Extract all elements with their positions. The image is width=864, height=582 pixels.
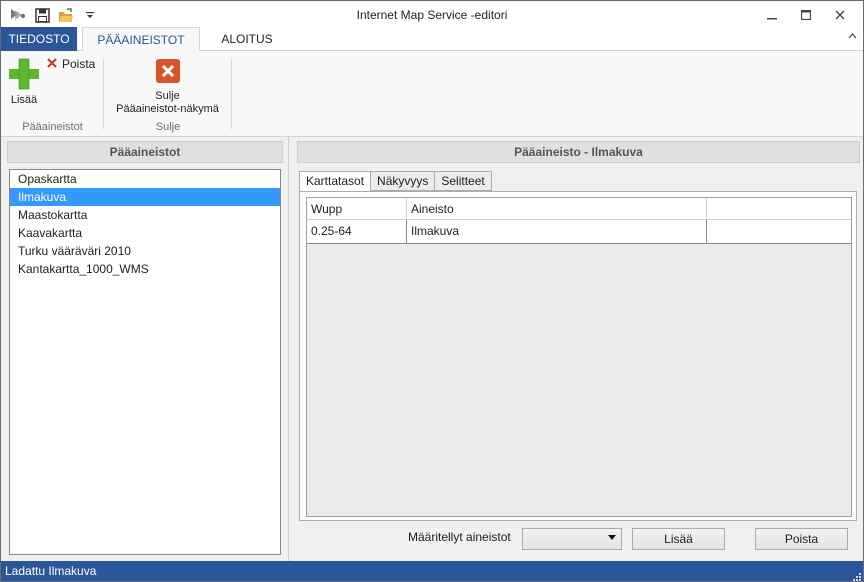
add-button[interactable]: Lisää xyxy=(7,57,41,107)
group-separator xyxy=(231,59,232,129)
plus-icon xyxy=(7,57,41,94)
column-header-wupp[interactable]: Wupp xyxy=(307,198,407,220)
remove-dataset-button[interactable]: Poista xyxy=(755,528,848,550)
main-area: Pääaineistot Opaskartta Ilmakuva Maastok… xyxy=(1,137,863,561)
column-header-aineisto[interactable]: Aineisto xyxy=(407,198,707,220)
minimize-button[interactable] xyxy=(757,5,787,25)
tab-tiedosto[interactable]: TIEDOSTO xyxy=(1,27,77,51)
add-button-label: Lisää xyxy=(10,94,38,106)
group-label-paaaineistot: Pääaineistot xyxy=(22,121,83,133)
remove-button[interactable]: Poista xyxy=(47,57,95,71)
tab-karttatasot[interactable]: Karttatasot xyxy=(299,171,372,192)
status-bar: Ladattu Ilmakuva xyxy=(1,561,863,581)
tab-page-karttatasot: Wupp Aineisto 0.25-64 Ilmakuva xyxy=(299,191,857,521)
cell-wupp[interactable]: 0.25-64 xyxy=(307,220,407,243)
add-dataset-button[interactable]: Lisää xyxy=(632,528,725,550)
table-row[interactable]: 0.25-64 Ilmakuva xyxy=(307,220,851,244)
layers-grid[interactable]: Wupp Aineisto 0.25-64 Ilmakuva xyxy=(306,197,852,517)
title-bar: Internet Map Service -editori xyxy=(1,1,863,29)
collapse-ribbon-icon[interactable] xyxy=(848,31,857,42)
ribbon-group-sulje: Sulje Pääaineistot-näkymä Sulje xyxy=(104,51,232,137)
group-label-sulje: Sulje xyxy=(155,121,181,133)
delete-x-icon xyxy=(47,57,57,71)
close-button[interactable] xyxy=(825,5,855,25)
close-view-label-line2: Pääaineistot-näkymä xyxy=(116,103,219,115)
list-item[interactable]: Ilmakuva xyxy=(10,188,280,206)
panel-splitter[interactable] xyxy=(288,137,289,561)
ribbon-body: Lisää Poista Pääaineistot Sulje Pääainei… xyxy=(1,51,863,137)
defined-datasets-label: Määritellyt aineistot xyxy=(408,530,511,544)
detail-tabs: Karttatasot Näkyvyys Selitteet xyxy=(299,171,492,192)
ribbon-tabs: TIEDOSTO PÄÄAINEISTOT ALOITUS xyxy=(1,27,863,52)
list-item[interactable]: Turku vääräväri 2010 xyxy=(10,242,280,260)
ribbon-group-paaaineistot: Lisää Poista Pääaineistot xyxy=(1,51,104,137)
chevron-down-icon xyxy=(608,535,616,540)
grid-header: Wupp Aineisto xyxy=(307,198,851,220)
list-item[interactable]: Kantakartta_1000_WMS xyxy=(10,260,280,278)
right-panel-header: Pääaineisto - Ilmakuva xyxy=(297,141,860,163)
window-title: Internet Map Service -editori xyxy=(356,8,508,22)
tab-nakyvyys[interactable]: Näkyvyys xyxy=(370,171,436,191)
status-text: Ladattu Ilmakuva xyxy=(5,564,97,578)
resize-grip-icon[interactable] xyxy=(851,569,861,581)
close-view-label-line1: Sulje xyxy=(155,90,180,102)
tab-paaaineistot[interactable]: PÄÄAINEISTOT xyxy=(82,27,200,52)
close-view-icon xyxy=(155,59,180,86)
column-header-empty xyxy=(707,198,851,220)
tab-selitteet[interactable]: Selitteet xyxy=(434,171,492,191)
cell-empty xyxy=(707,220,851,243)
defined-datasets-combo[interactable] xyxy=(522,528,622,550)
list-item[interactable]: Opaskartta xyxy=(10,170,280,188)
window-controls xyxy=(757,5,855,25)
remove-button-label: Poista xyxy=(62,57,96,71)
tab-aloitus[interactable]: ALOITUS xyxy=(211,27,283,51)
left-panel-header: Pääaineistot xyxy=(7,141,283,163)
close-view-button[interactable]: Sulje Pääaineistot-näkymä xyxy=(104,59,231,116)
maximize-button[interactable] xyxy=(791,5,821,25)
app-window: Internet Map Service -editori TIEDOSTO P… xyxy=(0,0,864,582)
list-item[interactable]: Maastokartta xyxy=(10,206,280,224)
footer-controls: Määritellyt aineistot Lisää Poista xyxy=(299,527,857,551)
paaaineistot-list[interactable]: Opaskartta Ilmakuva Maastokartta Kaavaka… xyxy=(9,169,281,555)
list-item[interactable]: Kaavakartta xyxy=(10,224,280,242)
cell-aineisto[interactable]: Ilmakuva xyxy=(407,220,707,243)
